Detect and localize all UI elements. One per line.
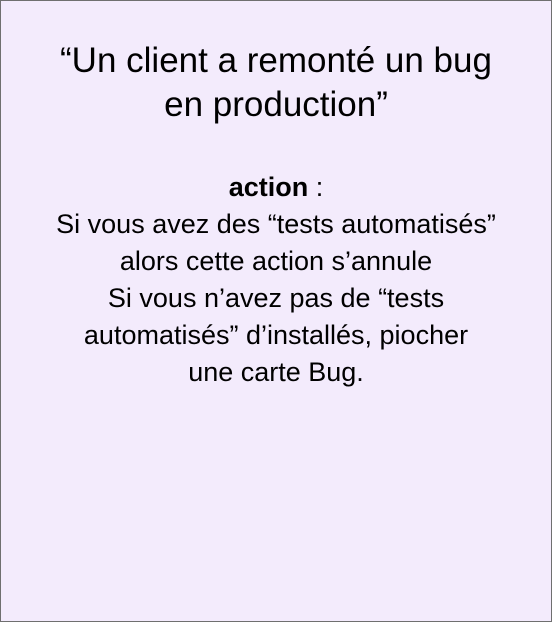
event-card: “Un client a remonté un bug en productio… — [0, 0, 552, 622]
action-heading: action : — [7, 169, 545, 206]
action-line: automatisés” d’installés, piocher — [83, 320, 469, 350]
action-line: Si vous avez des “tests automatisés” — [56, 209, 496, 239]
card-title-line: en production” — [164, 85, 388, 124]
card-title-line: “Un client a remonté un bug — [60, 41, 492, 80]
action-line: alors cette action s’annule — [119, 246, 433, 276]
action-description: action : Si vous avez des “tests automat… — [7, 169, 545, 391]
action-line: une carte Bug. — [188, 357, 364, 387]
action-line: Si vous n’avez pas de “tests — [107, 283, 445, 313]
action-separator: : — [308, 172, 324, 202]
card-title: “Un client a remonté un bug en productio… — [11, 39, 541, 127]
action-label: action — [228, 172, 309, 202]
